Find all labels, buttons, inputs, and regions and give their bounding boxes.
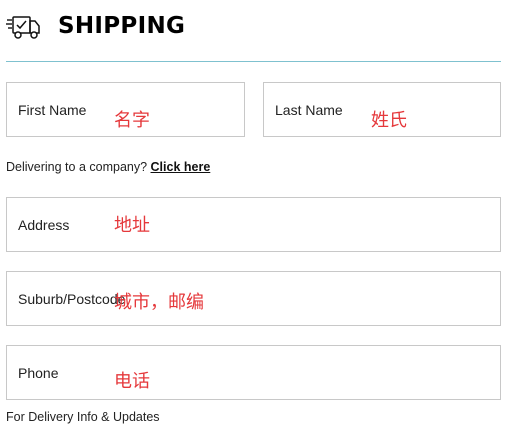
phone-annotation: 电话 [114,371,150,392]
shipping-header: SHIPPING [6,8,185,44]
suburb-postcode-label: Suburb/Postcode [18,290,126,307]
address-annotation: 地址 [114,215,150,236]
address-label: Address [18,216,70,233]
company-prompt: Delivering to a company? [6,160,148,174]
phone-field[interactable]: Phone [6,345,501,400]
truck-icon [6,16,40,39]
header-divider [6,61,501,62]
page-title: SHIPPING [58,13,186,39]
suburb-postcode-annotation: 城市，邮编 [114,292,204,313]
phone-helper-text: For Delivery Info & Updates [6,410,160,424]
last-name-label: Last Name [275,101,343,118]
phone-label: Phone [18,364,59,381]
first-name-annotation: 名字 [114,110,150,131]
company-delivery-line: Delivering to a company? Click here [6,160,210,174]
first-name-label: First Name [18,101,87,118]
suburb-postcode-field[interactable]: Suburb/Postcode [6,271,501,326]
last-name-annotation: 姓氏 [371,110,407,131]
address-field[interactable]: Address [6,197,501,252]
company-click-here-link[interactable]: Click here [151,160,211,174]
